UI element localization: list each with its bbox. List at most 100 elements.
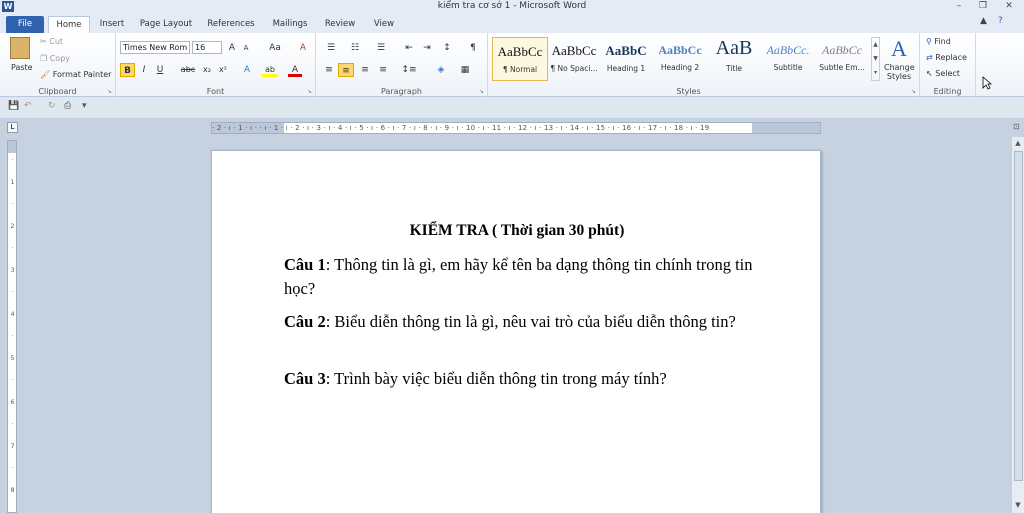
font-size-box[interactable]: 16: [192, 41, 222, 54]
cut-label: Cut: [49, 37, 64, 46]
shrink-font-button[interactable]: A: [240, 41, 252, 55]
vruler-mark: 5: [10, 355, 15, 362]
shading-icon[interactable]: ◈: [432, 63, 450, 77]
font-group-label: Font: [206, 87, 225, 96]
close-button[interactable]: ✕: [998, 0, 1020, 13]
vruler-mark: 4: [10, 311, 15, 318]
borders-icon[interactable]: ▦: [456, 63, 474, 77]
title-bar: W kiểm tra cơ sở 1 - Microsoft Word – ❐ …: [0, 0, 1024, 13]
find-label: Find: [934, 37, 951, 46]
sort-icon[interactable]: ↕: [440, 41, 454, 55]
font-color-button[interactable]: A: [288, 63, 302, 77]
replace-button[interactable]: ⇄ Replace: [926, 53, 967, 62]
find-button[interactable]: ⚲ Find: [926, 37, 951, 46]
increase-indent-icon[interactable]: ⇥: [420, 41, 434, 55]
restore-button[interactable]: ❐: [972, 0, 994, 13]
select-button[interactable]: ↖ Select: [926, 69, 960, 78]
change-styles-button[interactable]: Change Styles: [884, 63, 915, 81]
font-name-box[interactable]: Times New Rom: [120, 41, 190, 54]
align-left-icon[interactable]: ≡: [322, 63, 336, 77]
style-heading-2[interactable]: AaBbCc Heading 2: [652, 37, 708, 81]
format-painter-button[interactable]: 🖌 Format Painter: [40, 70, 111, 79]
editing-group-label: Editing: [933, 87, 962, 96]
question-text: : Trình bày việc biểu diễn thông tin tro…: [325, 369, 667, 388]
decrease-indent-icon[interactable]: ⇤: [402, 41, 416, 55]
tab-file[interactable]: File: [6, 16, 44, 33]
style-subtitle[interactable]: AaBbCc. Subtitle: [760, 37, 816, 81]
minimize-button[interactable]: –: [948, 0, 970, 13]
copy-button[interactable]: ❐ Copy: [40, 54, 70, 63]
style-heading-1[interactable]: AaBbC Heading 1: [598, 37, 654, 81]
question-2: Câu 2: Biểu diễn thông tin là gì, nêu va…: [284, 310, 754, 334]
tab-view[interactable]: View: [366, 16, 402, 33]
style-sample: AaBbCc.: [766, 43, 810, 57]
vruler-mark: ·: [11, 289, 14, 296]
quick-access-toolbar: 💾 ↶ ↻ ⎙ ▾: [0, 97, 1024, 119]
scroll-down-icon[interactable]: ▼: [1012, 499, 1024, 511]
style-sample: AaB: [715, 37, 753, 59]
tab-mailings[interactable]: Mailings: [266, 16, 314, 33]
line-spacing-icon[interactable]: ↕≡: [400, 63, 418, 77]
select-label: Select: [935, 69, 960, 78]
style-no-spacing[interactable]: AaBbCc ¶ No Spaci...: [546, 37, 602, 81]
horizontal-ruler[interactable]: · 2 · ı · 1 · ı · · ı · 1 · ı · 2 · ı · …: [211, 122, 821, 134]
justify-icon[interactable]: ≡: [376, 63, 390, 77]
multilevel-list-icon[interactable]: ☰: [372, 41, 390, 55]
minimize-ribbon-icon[interactable]: ▲: [980, 16, 987, 26]
scroll-up-icon[interactable]: ▲: [1012, 137, 1024, 149]
dialog-launcher-icon[interactable]: ↘: [107, 88, 112, 95]
bold-button[interactable]: B: [120, 63, 135, 77]
tab-insert[interactable]: Insert: [94, 16, 130, 33]
replace-icon: ⇄: [926, 53, 936, 62]
paste-icon[interactable]: [10, 37, 30, 59]
print-preview-icon[interactable]: ⎙: [64, 101, 71, 111]
change-styles-icon[interactable]: A: [884, 37, 914, 61]
paste-button[interactable]: Paste: [11, 63, 33, 72]
numbering-icon[interactable]: ☷: [346, 41, 364, 55]
align-center-icon[interactable]: ≡: [338, 63, 354, 77]
scrollbar-thumb[interactable]: [1014, 151, 1023, 481]
tab-review[interactable]: Review: [320, 16, 360, 33]
tab-references[interactable]: References: [202, 16, 260, 33]
clear-formatting-button[interactable]: A: [296, 41, 310, 55]
tab-page-layout[interactable]: Page Layout: [136, 16, 196, 33]
style-subtle-emphasis[interactable]: AaBbCc Subtle Em...: [814, 37, 870, 81]
italic-button[interactable]: I: [138, 63, 150, 77]
question-label: Câu 2: [284, 312, 326, 331]
dialog-launcher-icon[interactable]: ↘: [307, 88, 312, 95]
dialog-launcher-icon[interactable]: ↘: [911, 88, 916, 95]
document-page[interactable]: KIỂM TRA ( Thời gian 30 phút) Câu 1: Thô…: [211, 150, 821, 513]
align-right-icon[interactable]: ≡: [358, 63, 372, 77]
font-group: Times New Rom 16 A A Aa A B I U abc x₂ x…: [116, 33, 316, 97]
ruler-right-margin: [752, 123, 820, 133]
cut-button[interactable]: ✂ Cut: [40, 37, 63, 46]
help-icon[interactable]: ?: [998, 16, 1003, 26]
undo-icon[interactable]: ↶: [24, 101, 32, 111]
superscript-button[interactable]: x²: [216, 63, 230, 77]
underline-button[interactable]: U: [154, 63, 166, 77]
style-normal[interactable]: AaBbCc ¶ Normal: [492, 37, 548, 81]
styles-scroll-icon[interactable]: ▲ ▼ ▾: [871, 37, 880, 81]
vruler-mark: 3: [10, 267, 15, 274]
clipboard-group: Paste ✂ Cut ❐ Copy 🖌 Format Painter Clip…: [0, 33, 116, 97]
vertical-scrollbar[interactable]: ▲ ▼: [1011, 137, 1024, 513]
style-title[interactable]: AaB Title: [706, 37, 762, 81]
show-marks-icon[interactable]: ¶: [466, 41, 480, 55]
text-effects-button[interactable]: A: [240, 63, 254, 77]
strikethrough-button[interactable]: abc: [180, 63, 196, 77]
dialog-launcher-icon[interactable]: ↘: [479, 88, 484, 95]
highlight-button[interactable]: ab: [262, 63, 278, 77]
redo-icon[interactable]: ↻: [48, 101, 56, 111]
bullets-icon[interactable]: ☰: [322, 41, 340, 55]
grow-font-button[interactable]: A: [226, 41, 238, 55]
customize-qat-icon[interactable]: ▾: [82, 101, 87, 111]
vertical-ruler[interactable]: · 1 · 2 · 3 · 4 · 5 · 6 · 7 · 8: [7, 140, 17, 513]
view-ruler-icon[interactable]: ⊡: [1013, 122, 1024, 134]
style-name: Subtitle: [773, 63, 803, 72]
tab-home[interactable]: Home: [48, 16, 90, 33]
subscript-button[interactable]: x₂: [200, 63, 214, 77]
word-window: W kiểm tra cơ sở 1 - Microsoft Word – ❐ …: [0, 0, 1024, 513]
change-case-button[interactable]: Aa: [266, 41, 284, 55]
tab-selector-icon[interactable]: L: [7, 122, 18, 133]
save-icon[interactable]: 💾: [8, 101, 19, 111]
